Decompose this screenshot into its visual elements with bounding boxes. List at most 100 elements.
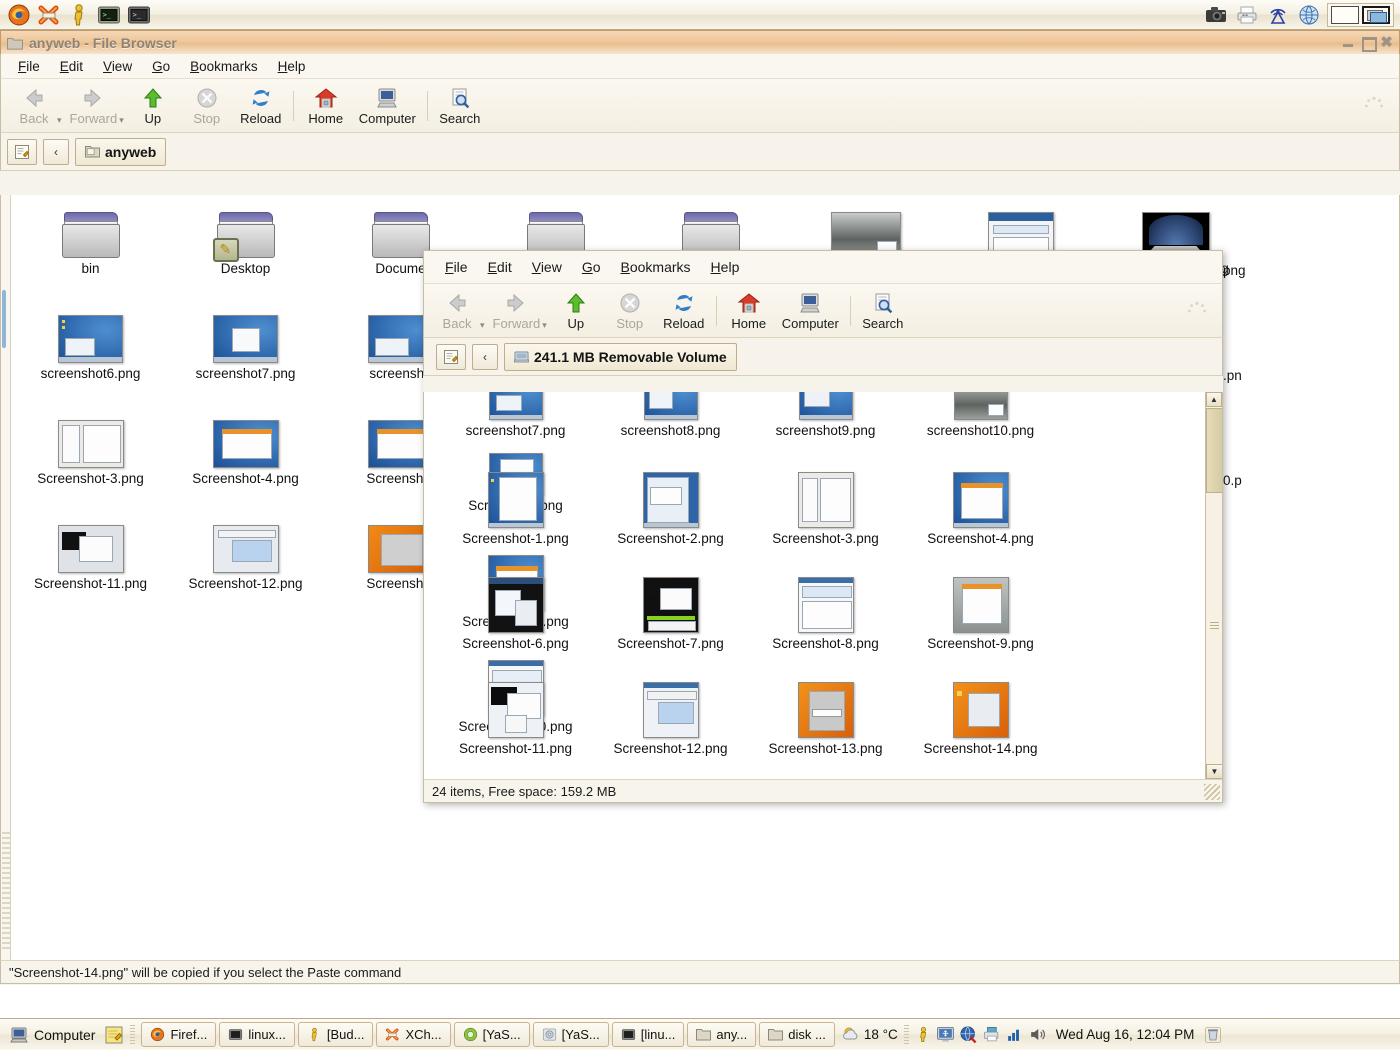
computer-button[interactable]: Computer bbox=[776, 288, 845, 333]
toggle-location-entry-button[interactable] bbox=[7, 138, 37, 165]
pathbar-anyweb[interactable]: ‹ anyweb bbox=[0, 133, 1400, 171]
menu-help[interactable]: Help bbox=[702, 256, 749, 278]
menu-view[interactable]: View bbox=[94, 56, 141, 77]
forward-dropdown-icon[interactable]: ▾ bbox=[542, 320, 547, 331]
search-button[interactable]: Search bbox=[856, 288, 910, 333]
list-item[interactable]: Screenshot-4.png bbox=[903, 464, 1058, 547]
home-button[interactable]: Home bbox=[299, 83, 353, 128]
vertical-scrollbar[interactable]: ▲ ▼ bbox=[1205, 392, 1222, 779]
list-item[interactable]: Desktop bbox=[168, 200, 323, 277]
task-linux-terminal-2[interactable]: [linu... bbox=[611, 1022, 685, 1047]
forward-dropdown-icon[interactable]: ▾ bbox=[119, 115, 124, 126]
list-item[interactable]: Screenshot-11.png bbox=[13, 515, 168, 592]
list-item[interactable]: screenshot7.png bbox=[438, 392, 593, 439]
beagle-icon[interactable] bbox=[66, 2, 92, 28]
task-linux-terminal[interactable]: linux... bbox=[219, 1022, 295, 1047]
list-item[interactable]: bin bbox=[13, 200, 168, 277]
firefox-icon[interactable] bbox=[6, 2, 32, 28]
menu-bookmarks[interactable]: Bookmarks bbox=[612, 256, 700, 278]
fileview-removable[interactable]: screenshot7.png screenshot8.png screensh… bbox=[423, 392, 1223, 779]
breadcrumb-removable-volume[interactable]: 241.1 MB Removable Volume bbox=[504, 342, 737, 371]
file-browser-window-removable[interactable]: File Edit View Go Bookmarks Help Back ▾ … bbox=[423, 250, 1223, 803]
display-icon[interactable] bbox=[936, 1025, 955, 1044]
task-firefox[interactable]: Firef... bbox=[141, 1022, 217, 1047]
menubar-anyweb[interactable]: File Edit View Go Bookmarks Help bbox=[0, 54, 1400, 79]
list-item[interactable]: screenshot8.png bbox=[593, 392, 748, 439]
up-button[interactable]: Up bbox=[549, 288, 603, 333]
signal-icon[interactable] bbox=[1005, 1025, 1024, 1044]
list-item[interactable]: screenshot7.png bbox=[168, 305, 323, 382]
stop-button[interactable]: Stop bbox=[180, 83, 234, 128]
task-anyweb[interactable]: any... bbox=[687, 1022, 757, 1047]
task-yast-2[interactable]: [YaS... bbox=[532, 1022, 609, 1047]
path-scroll-left-button[interactable]: ‹ bbox=[43, 138, 69, 165]
list-item[interactable]: Screenshot-2.png bbox=[593, 464, 748, 547]
beagle-icon[interactable] bbox=[915, 1025, 932, 1044]
forward-button[interactable]: Forward bbox=[487, 288, 547, 333]
network-globe-icon[interactable] bbox=[959, 1025, 978, 1044]
back-button[interactable]: Back bbox=[7, 83, 61, 128]
pane-resize-handle[interactable] bbox=[2, 290, 6, 348]
scrollbar-thumb[interactable] bbox=[1206, 408, 1222, 493]
reload-button[interactable]: Reload bbox=[657, 288, 711, 333]
menu-bookmarks[interactable]: Bookmarks bbox=[181, 56, 267, 77]
printer-icon[interactable] bbox=[982, 1025, 1001, 1044]
list-item[interactable]: Screenshot-3.png bbox=[748, 464, 903, 547]
list-item[interactable]: Screenshot-12.png bbox=[168, 515, 323, 592]
menu-go[interactable]: Go bbox=[143, 56, 179, 77]
terminal2-icon[interactable]: >_ bbox=[126, 2, 152, 28]
menu-edit[interactable]: Edit bbox=[51, 56, 92, 77]
back-button[interactable]: Back bbox=[430, 288, 484, 333]
notes-icon[interactable] bbox=[104, 1025, 124, 1045]
list-item[interactable]: Screenshot-11.png bbox=[438, 674, 593, 757]
network-wireless-icon[interactable] bbox=[1265, 2, 1291, 28]
task-yast-1[interactable]: [YaS... bbox=[453, 1022, 530, 1047]
list-item[interactable]: screenshot6.png bbox=[13, 305, 168, 382]
list-item[interactable]: Screenshot-7.png bbox=[593, 569, 748, 652]
list-item[interactable]: Screenshot-8.png bbox=[748, 569, 903, 652]
stop-button[interactable]: Stop bbox=[603, 288, 657, 333]
workspace-1[interactable] bbox=[1331, 5, 1359, 24]
back-dropdown-icon[interactable]: ▾ bbox=[57, 115, 62, 126]
side-pane-handle[interactable] bbox=[1, 195, 11, 960]
volume-icon[interactable] bbox=[1028, 1025, 1047, 1044]
list-item[interactable]: screenshot9.png bbox=[748, 392, 903, 439]
toggle-location-entry-button[interactable] bbox=[436, 343, 466, 370]
list-item[interactable]: Screenshot-13.png bbox=[748, 674, 903, 757]
scroll-down-button[interactable]: ▼ bbox=[1206, 764, 1222, 779]
menu-edit[interactable]: Edit bbox=[479, 256, 521, 278]
list-item[interactable]: Screenshot-12.png bbox=[593, 674, 748, 757]
breadcrumb-anyweb[interactable]: anyweb bbox=[75, 137, 167, 166]
titlebar-anyweb[interactable]: anyweb - File Browser ✖ bbox=[0, 30, 1400, 54]
computer-button[interactable]: Computer bbox=[353, 83, 422, 128]
workspace-2[interactable] bbox=[1362, 5, 1390, 24]
list-item[interactable]: Screenshot-14.png bbox=[903, 674, 1058, 757]
workspace-switcher[interactable] bbox=[1327, 2, 1394, 27]
network-globe-icon[interactable] bbox=[1296, 2, 1322, 28]
list-item[interactable]: Screenshot-4.png bbox=[168, 410, 323, 487]
trash-icon[interactable] bbox=[1203, 1025, 1223, 1045]
xchat-icon[interactable] bbox=[36, 2, 62, 28]
up-button[interactable]: Up bbox=[126, 83, 180, 128]
forward-button[interactable]: Forward bbox=[64, 83, 124, 128]
reload-button[interactable]: Reload bbox=[234, 83, 288, 128]
path-scroll-left-button[interactable]: ‹ bbox=[472, 343, 498, 370]
menu-help[interactable]: Help bbox=[269, 56, 315, 77]
task-disk[interactable]: disk ... bbox=[759, 1022, 835, 1047]
terminal-icon[interactable]: >_ bbox=[96, 2, 122, 28]
task-beagle[interactable]: [Bud... bbox=[297, 1022, 374, 1047]
toolbar-removable[interactable]: Back ▾ Forward ▾ Up Stop Reload Home Com… bbox=[423, 284, 1223, 338]
close-button[interactable]: ✖ bbox=[1380, 35, 1393, 50]
pathbar-removable[interactable]: ‹ 241.1 MB Removable Volume bbox=[423, 338, 1223, 376]
maximize-button[interactable] bbox=[1361, 36, 1377, 52]
list-item[interactable]: Screenshot-3.png bbox=[13, 410, 168, 487]
screenshot-icon[interactable] bbox=[1203, 2, 1229, 28]
minimize-button[interactable] bbox=[1342, 36, 1355, 49]
clock[interactable]: Wed Aug 16, 12:04 PM bbox=[1050, 1027, 1201, 1042]
printer-icon[interactable] bbox=[1234, 2, 1260, 28]
list-item[interactable]: screenshot10.png bbox=[903, 392, 1058, 439]
menu-file[interactable]: File bbox=[9, 56, 49, 77]
menu-go[interactable]: Go bbox=[573, 256, 610, 278]
resize-grip[interactable] bbox=[1204, 784, 1220, 800]
home-button[interactable]: Home bbox=[722, 288, 776, 333]
